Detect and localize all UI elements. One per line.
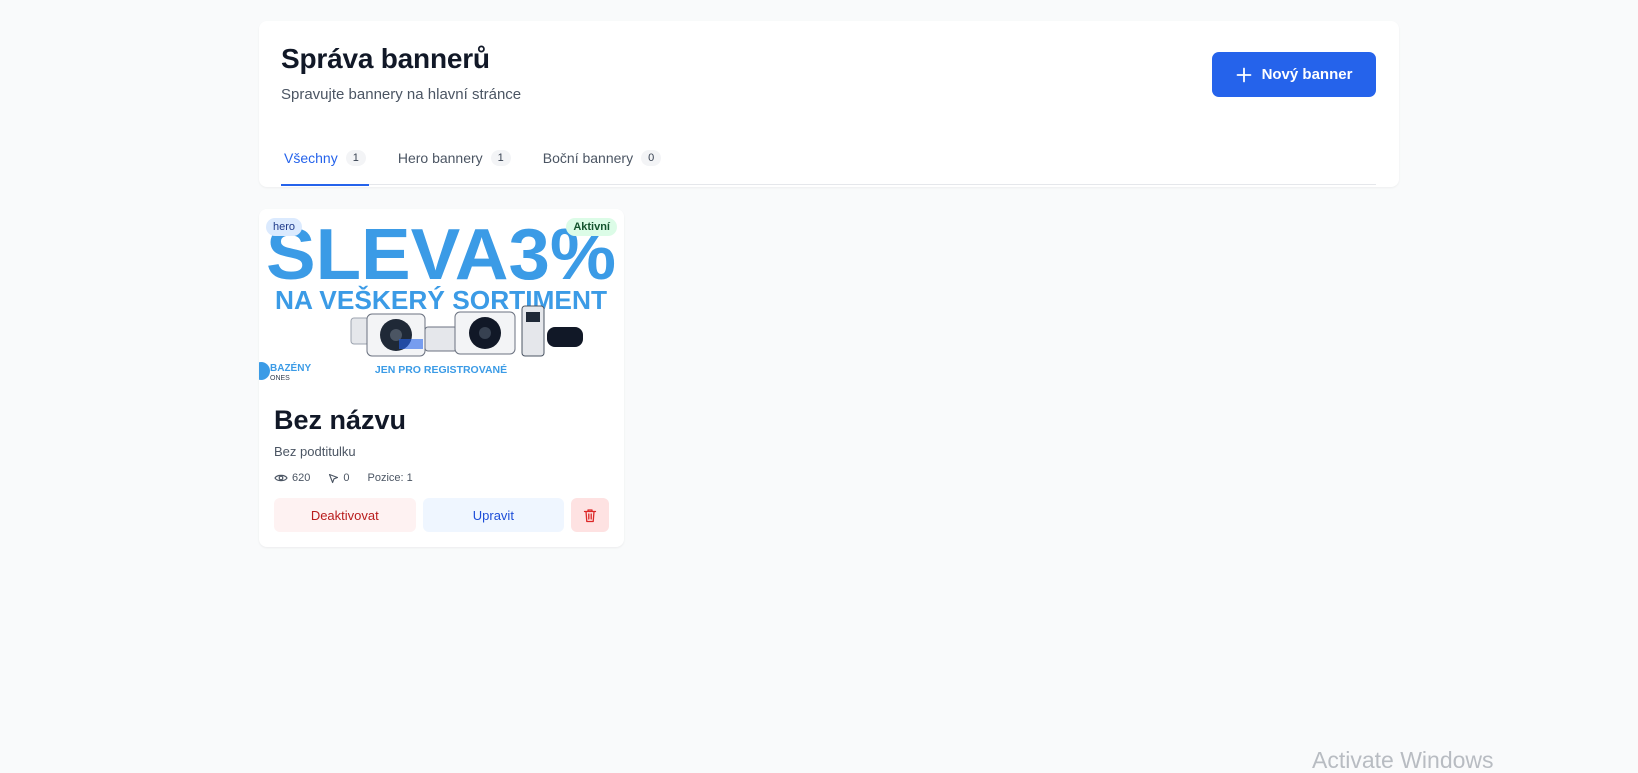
plus-icon bbox=[1236, 67, 1251, 82]
tab-all-label: Všechny bbox=[284, 150, 338, 166]
banner-actions: Deaktivovat Upravit bbox=[274, 498, 609, 532]
banner-artwork: SLEVA3% NA VEŠKERÝ SORTIMENT BAZÉNY ONES… bbox=[259, 215, 616, 382]
views-stat: 620 bbox=[274, 472, 310, 484]
banner-tabs: Všechny 1 Hero bannery 1 Boční bannery 0 bbox=[281, 131, 1376, 186]
type-badge: hero bbox=[266, 218, 303, 236]
trash-icon bbox=[583, 508, 597, 522]
banner-subtitle: Bez podtitulku bbox=[274, 444, 356, 459]
banner-title: Bez názvu bbox=[274, 405, 407, 435]
banner-headline: SLEVA3% bbox=[266, 215, 616, 295]
banner-image: SLEVA3% NA VEŠKERÝ SORTIMENT BAZÉNY ONES… bbox=[259, 209, 624, 389]
logo-mark bbox=[259, 362, 270, 380]
page-subtitle: Spravujte bannery na hlavní stránce bbox=[281, 86, 522, 103]
cursor-icon bbox=[329, 473, 339, 483]
tab-all-count: 1 bbox=[345, 150, 366, 166]
os-activation-watermark: Activate Windows bbox=[1312, 747, 1494, 773]
clicks-stat: 0 bbox=[328, 472, 349, 484]
edit-button[interactable]: Upravit bbox=[422, 498, 565, 532]
clicks-count: 0 bbox=[343, 472, 350, 484]
banner-logo: BAZÉNY bbox=[270, 361, 311, 374]
position-label: Pozice: 1 bbox=[367, 472, 413, 484]
tab-side-label: Boční bannery bbox=[542, 150, 634, 166]
tab-hero-label: Hero bannery bbox=[397, 150, 483, 166]
header-card: Správa bannerů Spravujte bannery na hlav… bbox=[259, 21, 1399, 187]
views-count: 620 bbox=[292, 472, 311, 484]
eye-icon bbox=[274, 474, 288, 482]
banner-stats: 620 0 Pozice: 1 bbox=[274, 472, 413, 484]
banner-footer: JEN PRO REGISTROVANÉ bbox=[375, 363, 507, 376]
status-badge: Aktivní bbox=[566, 218, 617, 236]
banner-line2: NA VEŠKERÝ SORTIMENT bbox=[275, 285, 607, 315]
tab-side-count: 0 bbox=[641, 150, 662, 166]
banner-logo-sub: ONES bbox=[270, 375, 290, 382]
page-title: Správa bannerů bbox=[281, 43, 490, 74]
position-stat: Pozice: 1 bbox=[367, 472, 412, 484]
delete-button[interactable] bbox=[571, 498, 609, 532]
page: Správa bannerů Spravujte bannery na hlav… bbox=[0, 0, 1638, 773]
tab-hero-count: 1 bbox=[490, 150, 511, 166]
new-banner-button-label: Nový banner bbox=[1261, 66, 1353, 83]
tab-hero[interactable]: Hero bannery 1 bbox=[395, 131, 514, 185]
banner-card: SLEVA3% NA VEŠKERÝ SORTIMENT BAZÉNY ONES… bbox=[259, 209, 624, 547]
tab-all[interactable]: Všechny 1 bbox=[281, 131, 369, 186]
new-banner-button[interactable]: Nový banner bbox=[1212, 52, 1376, 97]
tab-side[interactable]: Boční bannery 0 bbox=[540, 131, 664, 185]
deactivate-button[interactable]: Deaktivovat bbox=[274, 498, 416, 532]
